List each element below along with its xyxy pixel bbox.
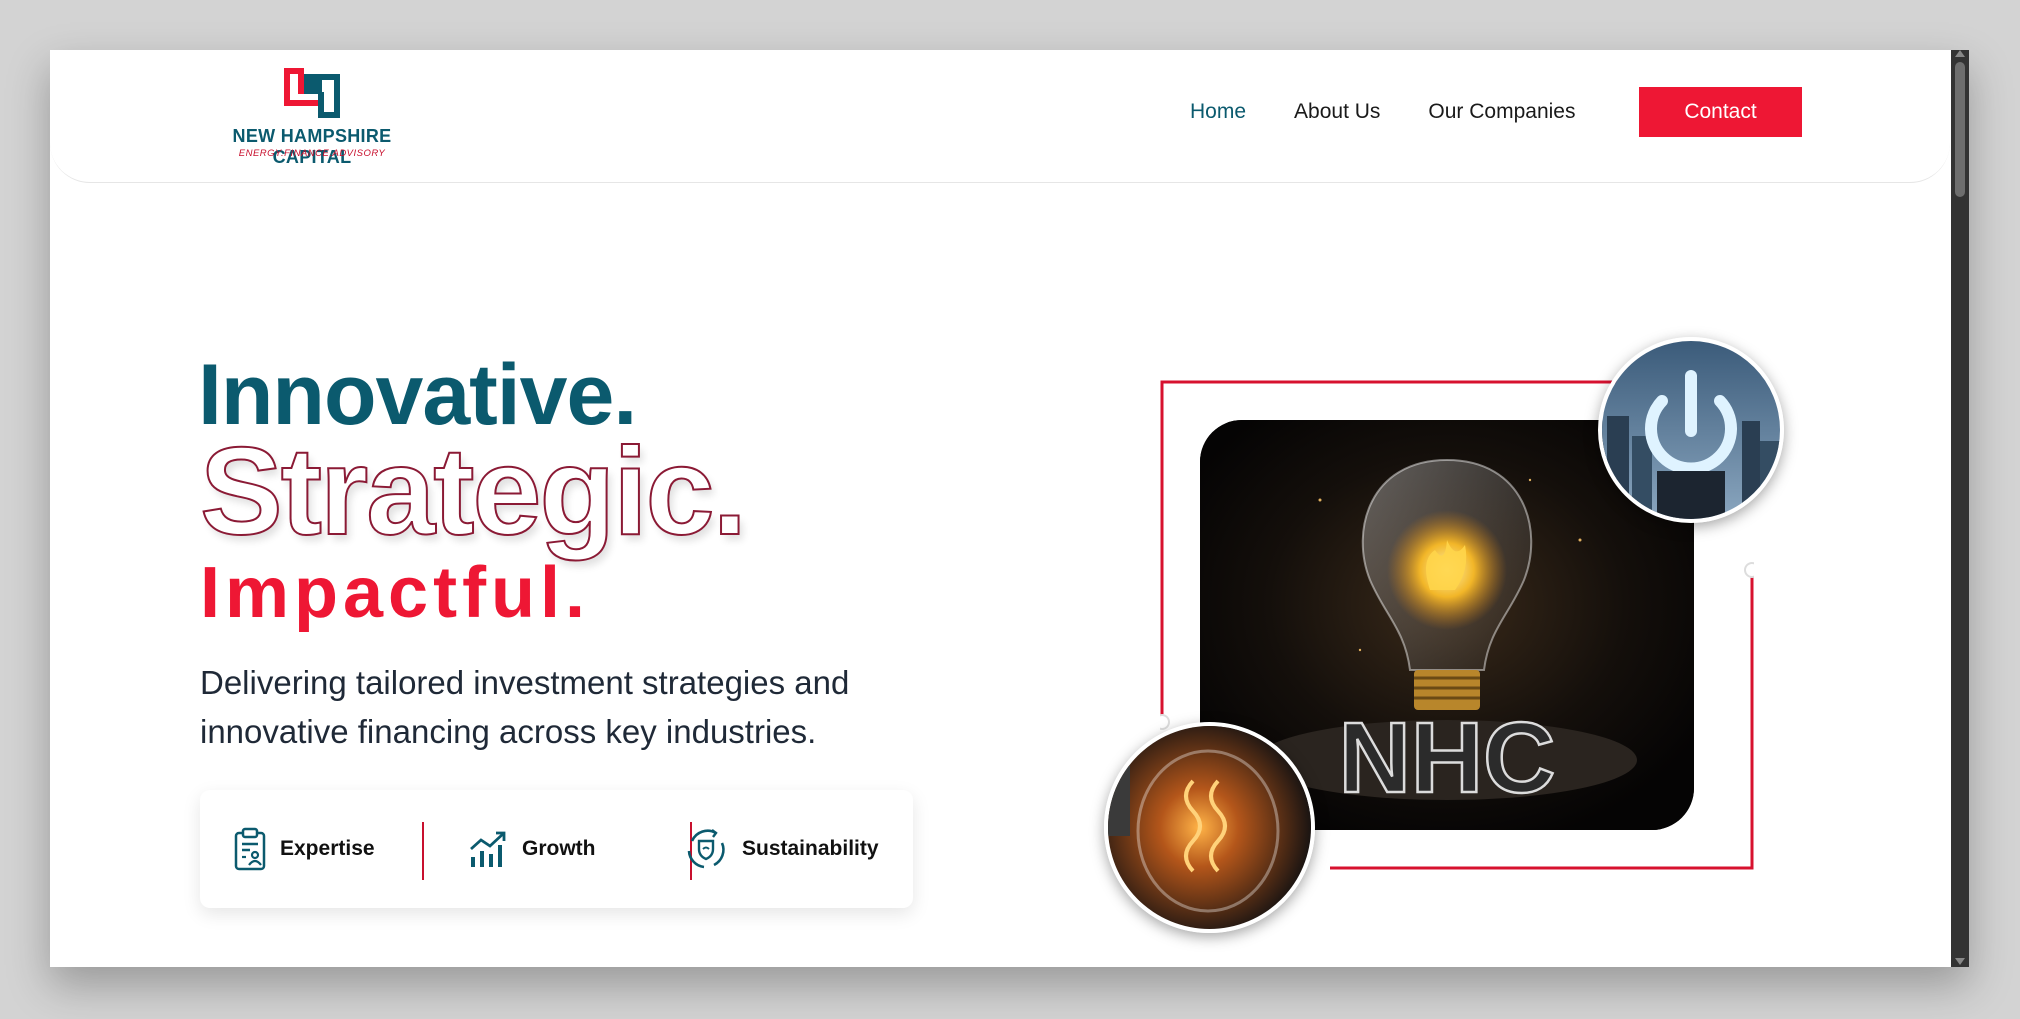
nav-item-our-companies[interactable]: Our Companies bbox=[1428, 100, 1575, 124]
hero-heading-strategic: Strategic. bbox=[199, 423, 748, 561]
hero-subtitle-line-2: innovative financing across key industri… bbox=[200, 713, 817, 750]
contact-button[interactable]: Contact bbox=[1639, 87, 1802, 137]
feature-divider bbox=[422, 822, 424, 880]
features-card: Expertise Growth Sustainability bbox=[200, 790, 913, 908]
browser-window: NEW HAMPSHIRE CAPITAL ENERGY.FINANCE.ADV… bbox=[50, 50, 1969, 967]
filament-bulb-image bbox=[1104, 722, 1315, 933]
power-symbol-image bbox=[1598, 337, 1784, 523]
feature-growth-label: Growth bbox=[522, 837, 596, 860]
logo-mark-icon bbox=[284, 68, 340, 118]
growth-chart-icon bbox=[470, 831, 506, 867]
clipboard-user-icon bbox=[234, 827, 266, 871]
nhc-overlay-text: NHC bbox=[1339, 702, 1556, 814]
sustainability-shield-icon bbox=[687, 829, 725, 869]
feature-expertise: Expertise bbox=[234, 790, 375, 908]
hero-subtitle-line-1: Delivering tailored investment strategie… bbox=[200, 664, 850, 701]
main-nav: Home About Us Our Companies bbox=[1190, 87, 1623, 137]
feature-expertise-label: Expertise bbox=[280, 837, 375, 860]
site-header: NEW HAMPSHIRE CAPITAL ENERGY.FINANCE.ADV… bbox=[50, 50, 1950, 183]
feature-growth: Growth bbox=[468, 790, 596, 908]
page-scrollbar[interactable] bbox=[1951, 50, 1969, 967]
logo[interactable]: NEW HAMPSHIRE CAPITAL ENERGY.FINANCE.ADV… bbox=[202, 66, 422, 170]
logo-tagline: ENERGY.FINANCE.ADVISORY bbox=[238, 148, 386, 159]
feature-sustainability-label: Sustainability bbox=[742, 837, 879, 860]
scroll-thumb[interactable] bbox=[1955, 62, 1965, 197]
nav-item-about-us[interactable]: About Us bbox=[1294, 100, 1380, 124]
scroll-up-icon[interactable] bbox=[1955, 50, 1965, 57]
hero-subtitle: Delivering tailored investment strategie… bbox=[200, 658, 940, 756]
feature-sustainability: Sustainability bbox=[684, 790, 879, 908]
hero-heading-impactful: Impactful. bbox=[200, 553, 591, 633]
scroll-down-icon[interactable] bbox=[1955, 958, 1965, 965]
logo-name: NEW HAMPSHIRE CAPITAL bbox=[232, 126, 392, 167]
nav-item-home[interactable]: Home bbox=[1190, 100, 1246, 124]
